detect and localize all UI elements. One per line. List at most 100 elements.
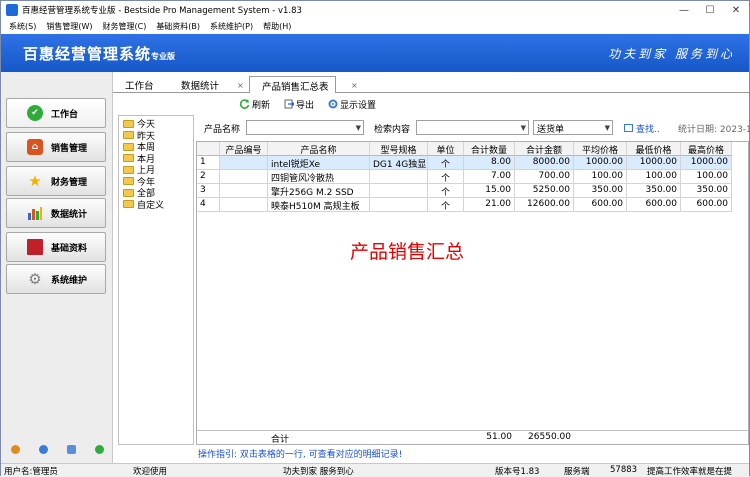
cell-min-price: 600.00 xyxy=(627,198,681,212)
nav-label: 销售管理 xyxy=(51,143,88,154)
cell-amount: 8000.00 xyxy=(515,156,574,170)
menu-maintenance[interactable]: 系统维护(P) xyxy=(205,21,258,32)
col-header-unit[interactable]: 单位 xyxy=(428,142,464,156)
cell-code xyxy=(220,198,268,212)
toolbar: 刷新 导出 显示设置 xyxy=(113,94,749,114)
nav-workbench-button[interactable]: ✔ 工作台 xyxy=(6,98,106,128)
app-brand-title: 百惠经营管理系统专业版 xyxy=(23,44,176,63)
row-index: 2 xyxy=(197,170,220,184)
folder-icon xyxy=(123,119,134,128)
cell-unit: 个 xyxy=(428,198,464,212)
tree-item-this-month[interactable]: 本月 xyxy=(119,153,193,165)
table-row[interactable]: 3 擎升256G M.2 SSD 个 15.00 5250.00 350.00 … xyxy=(197,184,748,198)
cell-name: intel锐炬Xe xyxy=(268,156,370,170)
menu-system[interactable]: 系统(S) xyxy=(4,21,41,32)
export-button[interactable]: 导出 xyxy=(284,98,314,111)
col-header-index xyxy=(197,142,220,156)
refresh-label: 刷新 xyxy=(252,100,271,111)
col-header-name[interactable]: 产品名称 xyxy=(268,142,370,156)
window-title: 百惠经营管理系统专业版 - Bestside Pro Management Sy… xyxy=(22,6,302,16)
cell-unit: 个 xyxy=(428,170,464,184)
refresh-button[interactable]: 刷新 xyxy=(239,98,271,111)
tab-statistics[interactable]: 数据统计 xyxy=(169,76,231,93)
table-row[interactable]: 2 四铜管风冷散热 个 7.00 700.00 100.00 100.00 10… xyxy=(197,170,748,184)
settings-icon xyxy=(328,99,338,109)
col-header-max-price[interactable]: 最高价格 xyxy=(681,142,732,156)
status-bar: 用户名:管理员 欢迎使用 功夫到家 服务到心 版本号1.83 服务端 57883… xyxy=(1,463,749,477)
gear-icon: ⚙ xyxy=(28,270,42,288)
tree-item-today[interactable]: 今天 xyxy=(119,118,193,130)
cell-qty: 8.00 xyxy=(464,156,515,170)
tree-item-last-month[interactable]: 上月 xyxy=(119,164,193,176)
tab-product-sales-summary[interactable]: 产品销售汇总表 xyxy=(249,76,336,93)
menu-sales[interactable]: 销售管理(W) xyxy=(41,21,97,32)
tree-item-custom[interactable]: 自定义 xyxy=(119,199,193,211)
row-index: 1 xyxy=(197,156,220,170)
tree-item-this-week[interactable]: 本周 xyxy=(119,141,193,153)
cell-name: 擎升256G M.2 SSD xyxy=(268,184,370,198)
col-header-amount[interactable]: 合计金额 xyxy=(515,142,574,156)
cell-name: 四铜管风冷散热 xyxy=(268,170,370,184)
chevron-down-icon: ▼ xyxy=(520,124,526,132)
nav-maintenance-button[interactable]: ⚙ 系统维护 xyxy=(6,264,106,294)
cell-qty: 7.00 xyxy=(464,170,515,184)
col-header-avg-price[interactable]: 平均价格 xyxy=(574,142,627,156)
star-icon: ★ xyxy=(28,172,42,190)
nav-basic-data-button[interactable]: 基础资料 xyxy=(6,232,106,262)
cell-min-price: 100.00 xyxy=(627,170,681,184)
tree-item-this-year[interactable]: 今年 xyxy=(119,176,193,188)
col-header-code[interactable]: 产品编号 xyxy=(220,142,268,156)
search-icon[interactable] xyxy=(66,444,76,454)
menu-help[interactable]: 帮助(H) xyxy=(258,21,296,32)
chevron-down-icon: ▼ xyxy=(355,124,361,132)
info-icon[interactable] xyxy=(38,444,48,454)
house-icon: ⌂ xyxy=(27,139,43,155)
cell-code xyxy=(220,170,268,184)
display-settings-button[interactable]: 显示设置 xyxy=(328,98,376,111)
tab-workbench[interactable]: 工作台 xyxy=(113,76,166,93)
doc-type-select[interactable]: 送货单 ▼ xyxy=(533,120,613,135)
add-icon[interactable] xyxy=(94,444,104,454)
cell-name: 映泰H510M 高规主板 xyxy=(268,198,370,212)
menu-finance[interactable]: 财务管理(C) xyxy=(97,21,151,32)
cell-max-price: 600.00 xyxy=(681,198,732,212)
app-window: 百惠经营管理系统专业版 - Bestside Pro Management Sy… xyxy=(0,0,750,477)
date-filter-tree: 今天 昨天 本周 本月 上月 今年 全部 自定义 xyxy=(118,115,194,445)
tab-summary-close-icon[interactable]: × xyxy=(351,81,358,90)
status-tip: 提高工作效率就是在提 xyxy=(647,467,733,477)
col-header-min-price[interactable]: 最低价格 xyxy=(627,142,681,156)
nav-finance-button[interactable]: ★ 财务管理 xyxy=(6,166,106,196)
table-footer-row: 合计 51.00 26550.00 xyxy=(197,430,748,444)
search-content-input[interactable]: ▼ xyxy=(416,120,529,135)
product-name-input[interactable]: ▼ xyxy=(246,120,364,135)
search-icon xyxy=(624,124,633,132)
status-welcome: 欢迎使用 xyxy=(133,467,168,477)
folder-icon xyxy=(123,177,134,186)
cell-max-price: 1000.00 xyxy=(681,156,732,170)
row-index: 4 xyxy=(197,198,220,212)
status-code: 57883 xyxy=(610,465,638,475)
tab-statistics-close-icon[interactable]: × xyxy=(237,81,244,90)
minimize-button[interactable]: — xyxy=(671,1,697,19)
search-content-label: 检索内容 xyxy=(374,125,411,135)
table-row[interactable]: 4 映泰H510M 高规主板 个 21.00 12600.00 600.00 6… xyxy=(197,198,748,212)
book-icon xyxy=(27,239,43,255)
col-header-spec[interactable]: 型号规格 xyxy=(370,142,428,156)
menu-bar: 系统(S) 销售管理(W) 财务管理(C) 基础资料(B) 系统维护(P) 帮助… xyxy=(1,19,749,34)
cell-min-price: 350.00 xyxy=(627,184,681,198)
close-window-button[interactable]: ✕ xyxy=(723,1,749,19)
menu-basic-data[interactable]: 基础资料(B) xyxy=(151,21,205,32)
folder-icon xyxy=(123,154,134,163)
table-row[interactable]: 1 intel锐炬Xe DG1 4G独显 个 8.00 8000.00 1000… xyxy=(197,156,748,170)
col-header-qty[interactable]: 合计数量 xyxy=(464,142,515,156)
display-settings-label: 显示设置 xyxy=(340,100,377,111)
maximize-button[interactable]: ☐ xyxy=(697,1,723,19)
export-label: 导出 xyxy=(296,100,315,111)
cell-code xyxy=(220,184,268,198)
nav-statistics-button[interactable]: 数据统计 xyxy=(6,198,106,228)
tree-item-yesterday[interactable]: 昨天 xyxy=(119,130,193,142)
cell-spec xyxy=(370,184,428,198)
notification-icon[interactable] xyxy=(10,444,20,454)
nav-sales-button[interactable]: ⌂ 销售管理 xyxy=(6,132,106,162)
find-link[interactable]: 查找.. xyxy=(624,122,660,135)
